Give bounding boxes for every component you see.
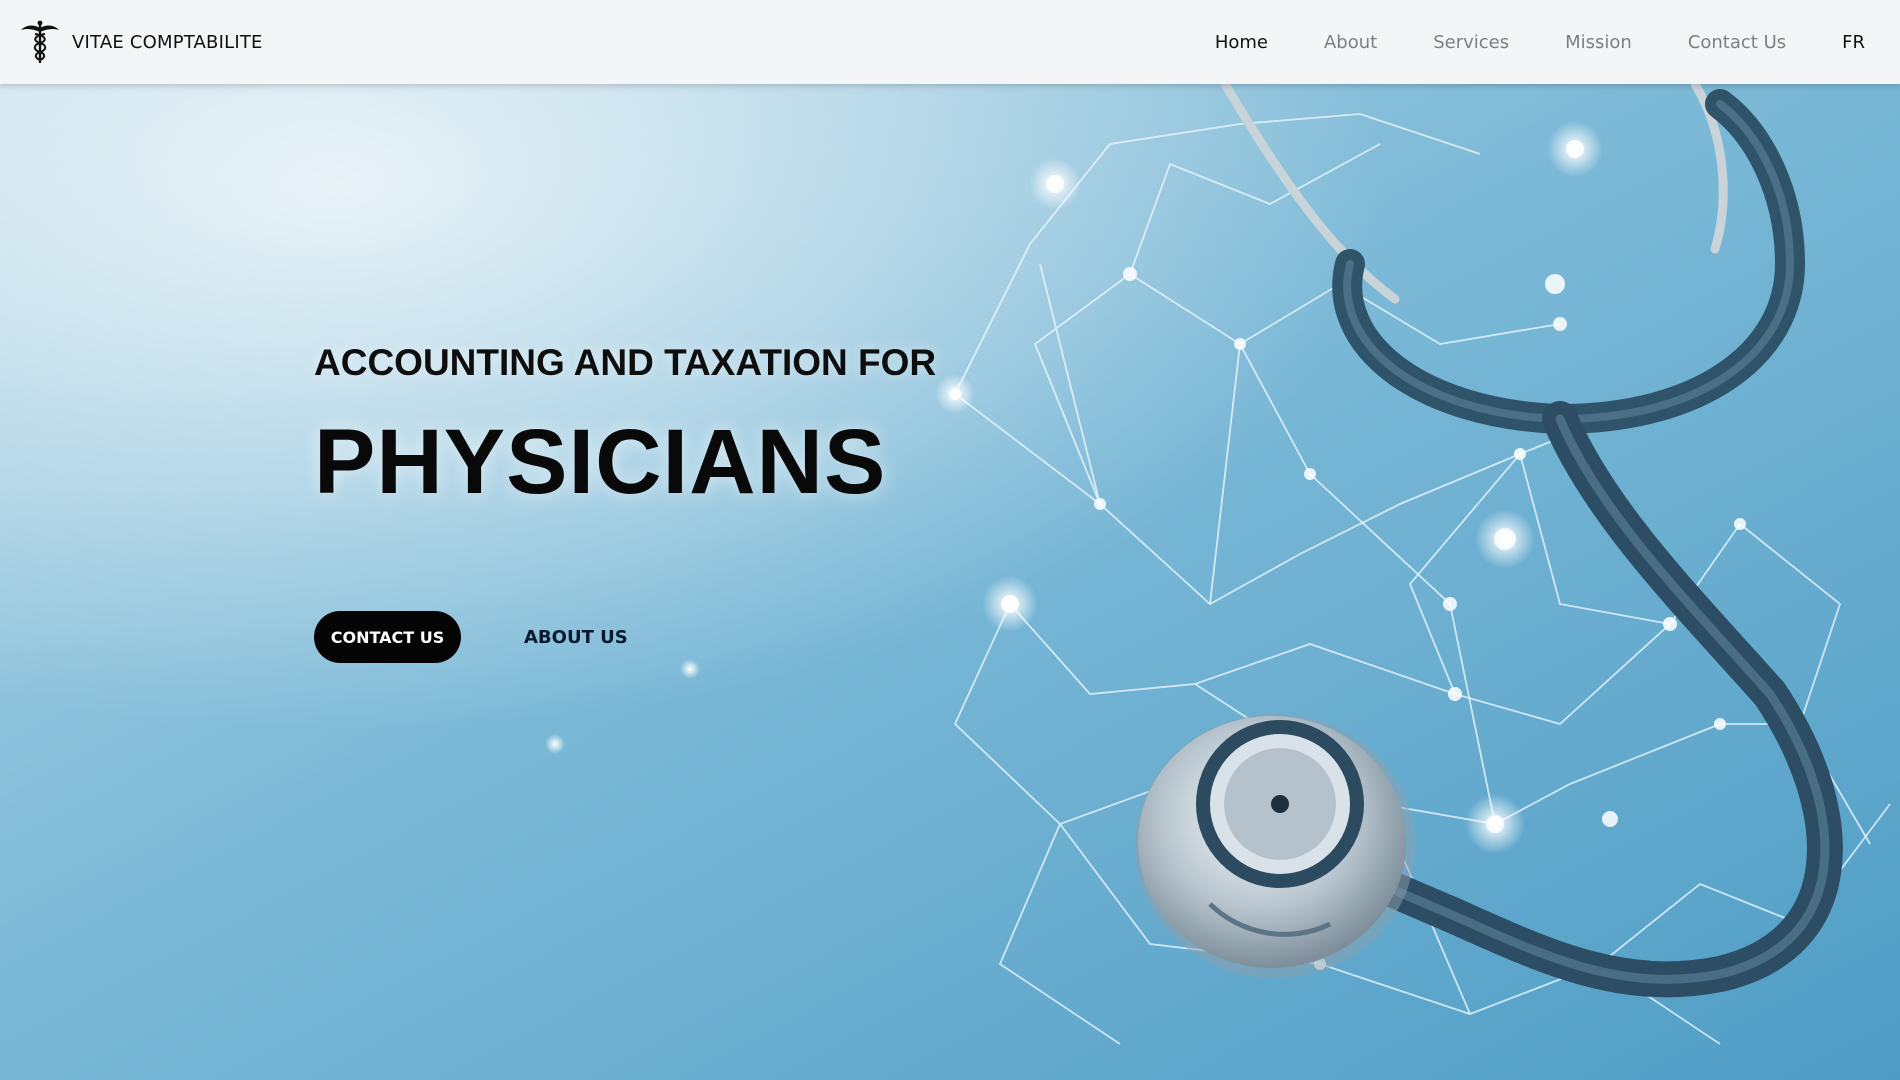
brand[interactable]: VITAE COMPTABILITE: [20, 19, 263, 65]
main-nav: Home About Services Mission Contact Us F…: [1159, 0, 1900, 84]
hero-title: PHYSICIANS: [314, 411, 887, 513]
nav-item-about[interactable]: About: [1324, 32, 1377, 53]
hero-section: ACCOUNTING AND TAXATION FOR PHYSICIANS C…: [0, 84, 1900, 1080]
hero-subtitle: ACCOUNTING AND TAXATION FOR: [314, 342, 937, 383]
top-navbar: VITAE COMPTABILITE Home About Services M…: [0, 0, 1900, 84]
brand-name: VITAE COMPTABILITE: [72, 31, 263, 53]
nav-item-mission[interactable]: Mission: [1565, 32, 1632, 53]
language-toggle[interactable]: FR: [1842, 32, 1865, 53]
stethoscope-network-image: [0, 84, 1900, 1080]
nav-item-services[interactable]: Services: [1433, 32, 1509, 53]
about-us-link[interactable]: ABOUT US: [524, 622, 628, 652]
contact-us-button[interactable]: CONTACT US: [314, 611, 461, 663]
nav-item-contact-us[interactable]: Contact Us: [1688, 32, 1786, 53]
nav-item-home[interactable]: Home: [1215, 32, 1268, 53]
caduceus-icon: [21, 20, 59, 63]
